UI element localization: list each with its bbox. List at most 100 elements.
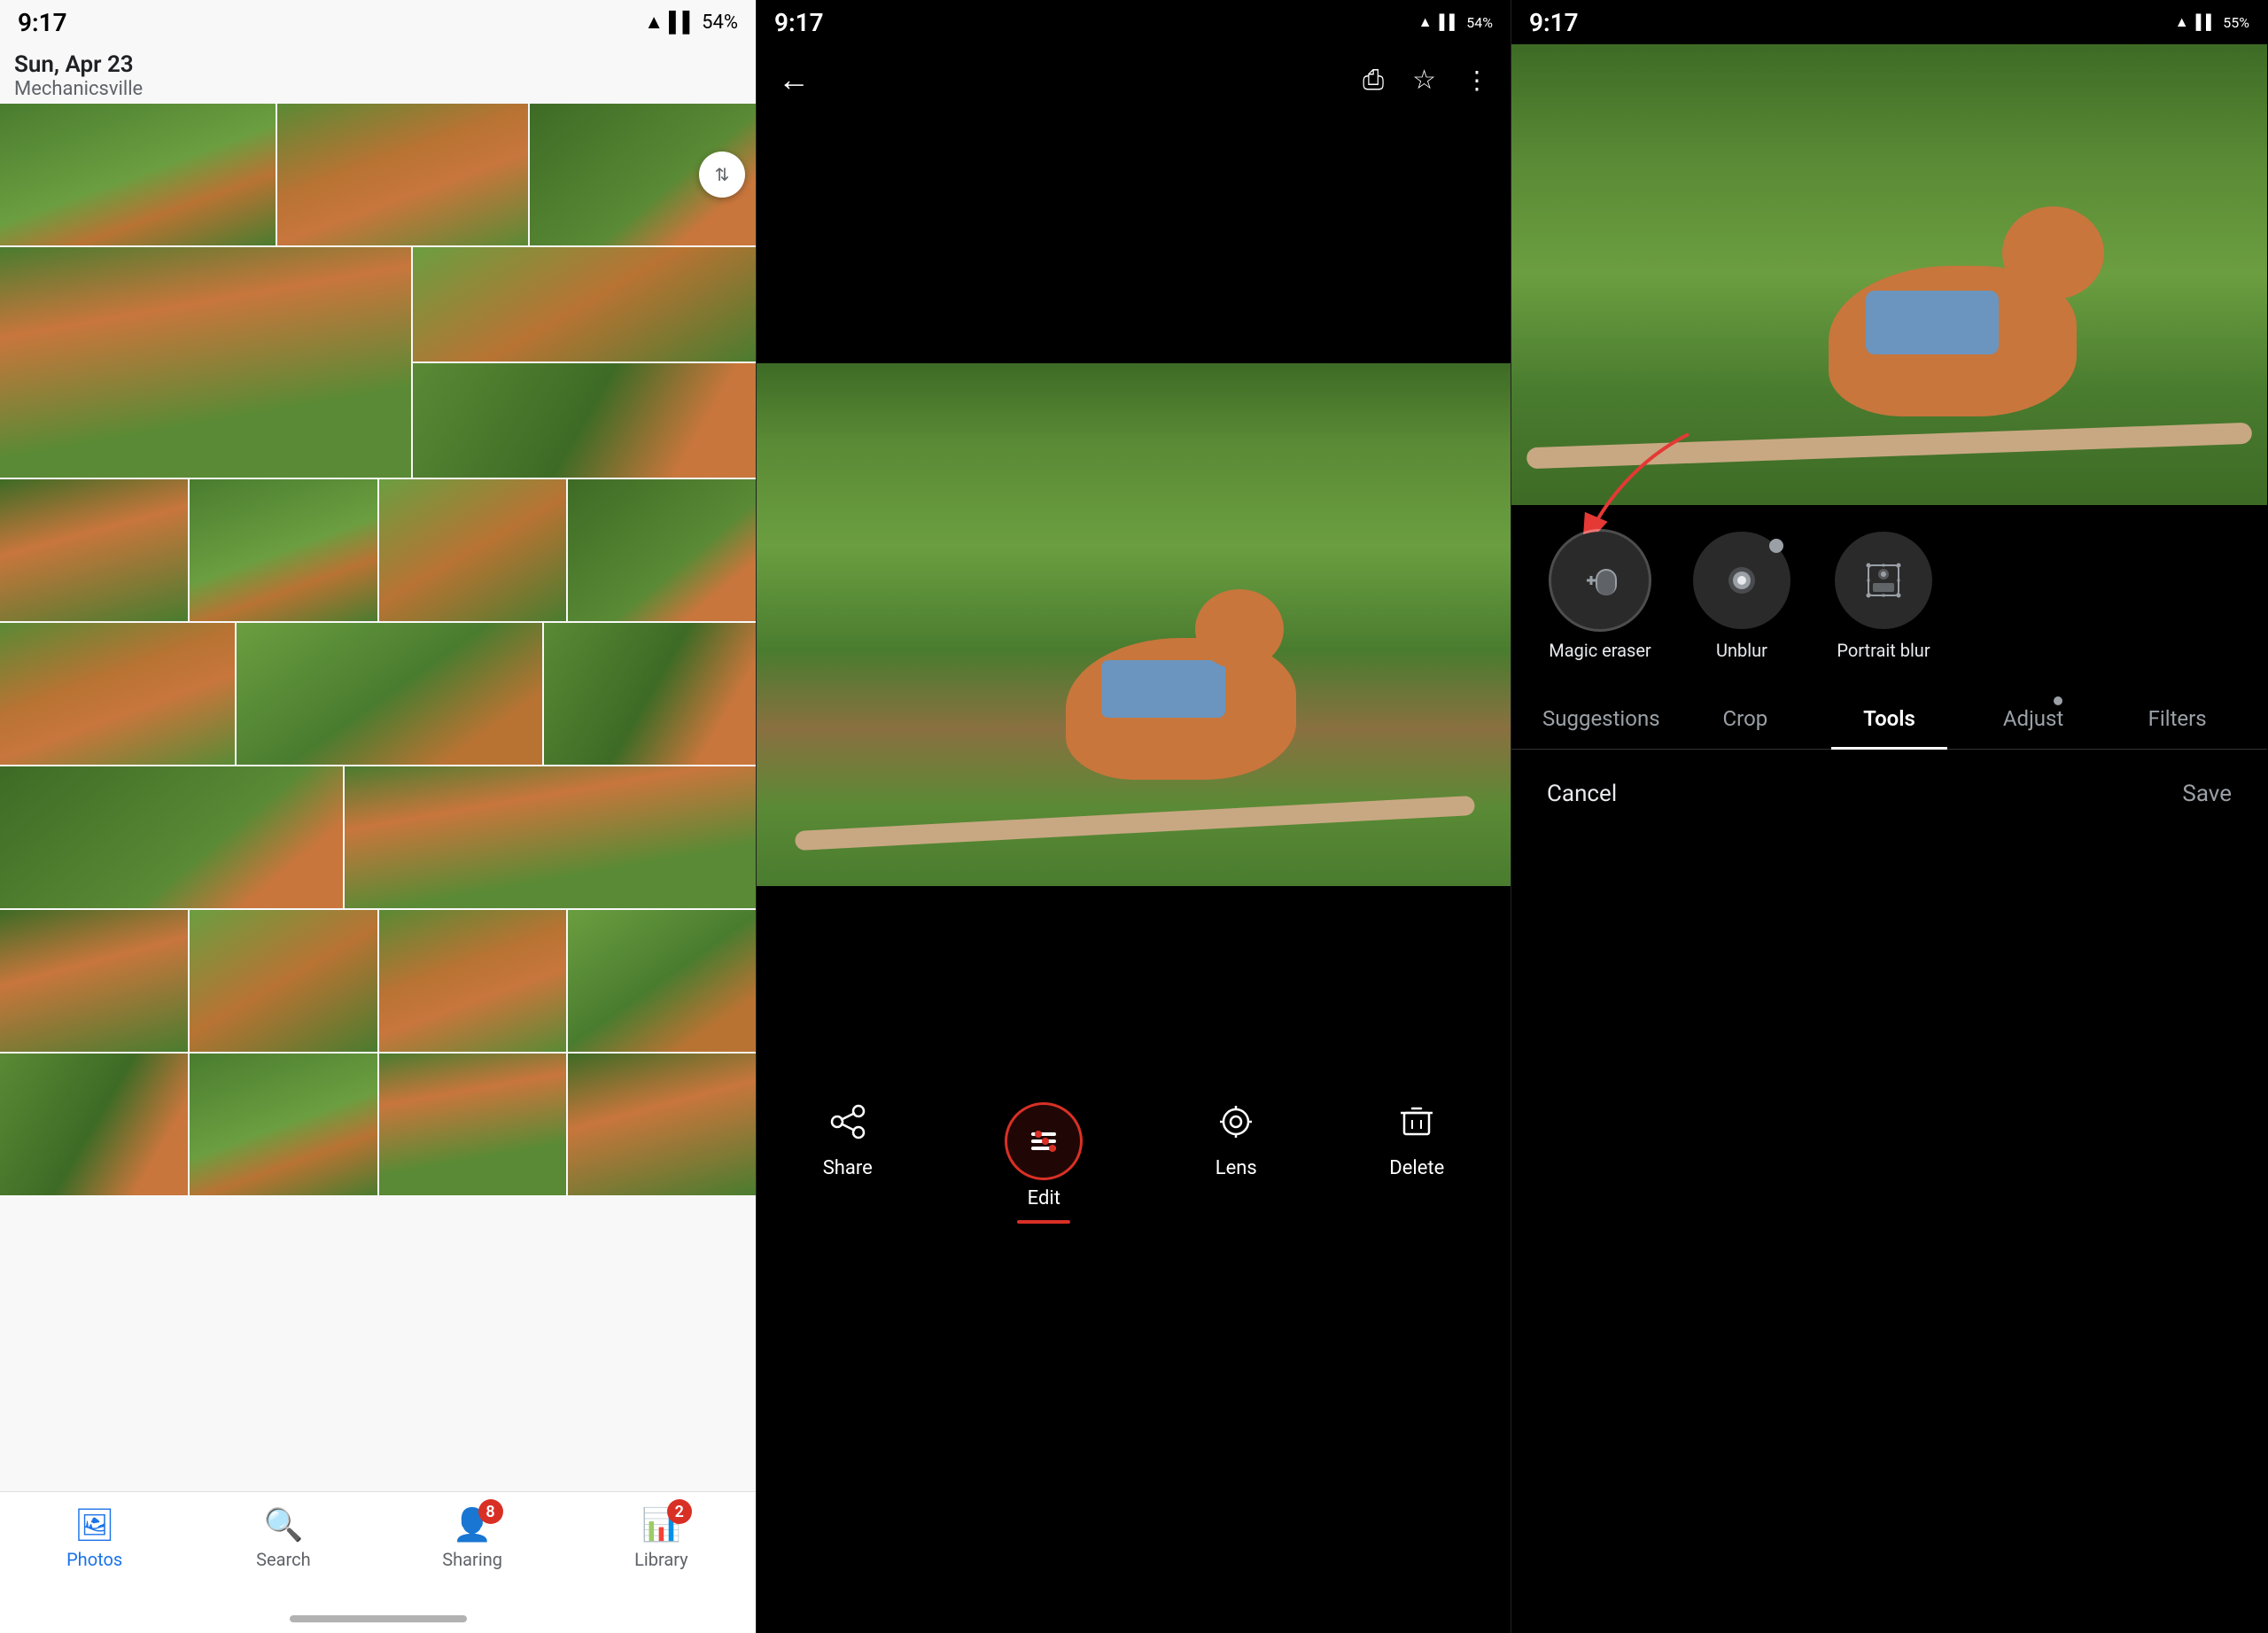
tab-suggestions-label: Suggestions bbox=[1542, 706, 1660, 731]
nav-label-library: Library bbox=[634, 1549, 688, 1570]
edit-tabs: Suggestions Crop Tools Adjust Filters bbox=[1511, 688, 2267, 750]
status-icons-3: ▲ ▌▌ 55% bbox=[2175, 13, 2249, 31]
main-photo[interactable] bbox=[757, 363, 1511, 886]
tab-tools[interactable]: Tools bbox=[1817, 688, 1961, 750]
home-indicator-2 bbox=[1045, 1615, 1223, 1622]
search-nav-icon: 🔍 bbox=[263, 1506, 303, 1544]
tab-adjust-label: Adjust bbox=[2003, 706, 2063, 731]
viewer-bottom-bar: Share Edit bbox=[757, 1081, 1511, 1224]
photos-header: Sun, Apr 23 Mechanicsville bbox=[0, 44, 756, 104]
list-item[interactable] bbox=[277, 104, 528, 245]
sharing-badge: 8 bbox=[478, 1499, 503, 1524]
list-item[interactable] bbox=[568, 1054, 756, 1195]
save-button[interactable]: Save bbox=[2182, 781, 2232, 807]
magic-eraser-icon-circle bbox=[1551, 532, 1649, 629]
list-item[interactable] bbox=[0, 104, 276, 245]
list-item[interactable] bbox=[0, 910, 188, 1052]
tool-dot bbox=[1769, 539, 1783, 553]
edit-photo-area[interactable] bbox=[1511, 44, 2267, 505]
tool-magic-eraser[interactable]: Magic eraser bbox=[1547, 532, 1653, 661]
status-bar-3: 9:17 ▲ ▌▌ 55% bbox=[1511, 0, 2267, 44]
status-bar-2: 9:17 ▲ ▌▌ 54% bbox=[757, 0, 1511, 44]
lens-action[interactable]: Lens bbox=[1216, 1102, 1257, 1179]
status-time-2: 9:17 bbox=[774, 8, 824, 37]
scroll-indicator[interactable]: ⇅ bbox=[699, 152, 745, 198]
unblur-icon-circle bbox=[1693, 532, 1790, 629]
list-item[interactable] bbox=[0, 1054, 188, 1195]
tools-list: Magic eraser Unblur bbox=[1511, 505, 2267, 688]
list-item[interactable] bbox=[190, 910, 377, 1052]
share-icon bbox=[828, 1102, 867, 1150]
list-item[interactable] bbox=[379, 1054, 567, 1195]
tab-crop[interactable]: Crop bbox=[1674, 688, 1818, 750]
list-item[interactable] bbox=[568, 479, 756, 621]
magic-eraser-label: Magic eraser bbox=[1549, 640, 1651, 661]
delete-icon bbox=[1397, 1102, 1436, 1150]
wifi-icon-2: ▲ bbox=[1418, 13, 1433, 31]
signal-icon-2: ▌▌ bbox=[1440, 13, 1460, 31]
list-item[interactable] bbox=[379, 479, 567, 621]
edit-bottom-actions: Cancel Save bbox=[1511, 750, 2267, 838]
cast-icon[interactable]: ⎙ bbox=[1363, 65, 1384, 96]
tool-unblur[interactable]: Unblur bbox=[1689, 532, 1795, 661]
tab-adjust[interactable]: Adjust bbox=[1961, 688, 2106, 750]
list-item[interactable] bbox=[568, 910, 756, 1052]
list-item[interactable] bbox=[413, 363, 756, 478]
status-icons-2: ▲ ▌▌ 54% bbox=[1418, 13, 1493, 31]
nav-item-sharing[interactable]: 👤 8 Sharing bbox=[378, 1506, 567, 1570]
photo-viewer-panel: 9:17 ▲ ▌▌ 54% ← ⎙ ☆ ⋮ bbox=[756, 0, 1511, 1633]
delete-action[interactable]: Delete bbox=[1389, 1102, 1444, 1179]
list-item[interactable] bbox=[190, 479, 377, 621]
photos-grid: ⇅ bbox=[0, 104, 756, 1551]
star-icon[interactable]: ☆ bbox=[1412, 65, 1436, 96]
adjust-tab-dot bbox=[2054, 696, 2062, 705]
back-button[interactable]: ← bbox=[778, 61, 810, 98]
home-indicator-3 bbox=[1801, 1615, 1978, 1622]
edit-tools-panel: 9:17 ▲ ▌▌ 55% bbox=[1511, 0, 2267, 1633]
list-item[interactable] bbox=[544, 623, 756, 765]
status-time-3: 9:17 bbox=[1529, 8, 1579, 37]
status-bar-1: 9:17 ▲ ▌▌ 54% bbox=[0, 0, 756, 44]
list-item[interactable] bbox=[345, 766, 756, 908]
photos-date: Sun, Apr 23 bbox=[14, 51, 742, 78]
viewer-header: ← ⎙ ☆ ⋮ bbox=[757, 44, 1511, 115]
wifi-icon-1: ▲ bbox=[644, 11, 664, 34]
list-item[interactable] bbox=[0, 623, 235, 765]
more-options-icon[interactable]: ⋮ bbox=[1464, 66, 1489, 95]
signal-icon-3: ▌▌ bbox=[2196, 13, 2217, 31]
tool-portrait-blur[interactable]: Portrait blur bbox=[1830, 532, 1937, 661]
tab-suggestions[interactable]: Suggestions bbox=[1529, 688, 1674, 750]
viewer-header-actions: ⎙ ☆ ⋮ bbox=[1363, 65, 1489, 96]
tools-tab-indicator bbox=[1831, 747, 1946, 750]
tab-crop-label: Crop bbox=[1723, 706, 1768, 731]
tools-section: Magic eraser Unblur bbox=[1511, 505, 2267, 688]
nav-item-library[interactable]: 📊 2 Library bbox=[567, 1506, 756, 1570]
list-item[interactable] bbox=[237, 623, 542, 765]
list-item[interactable] bbox=[0, 766, 343, 908]
status-icons-1: ▲ ▌▌ 54% bbox=[644, 11, 738, 34]
share-action[interactable]: Share bbox=[823, 1102, 873, 1179]
tab-tools-label: Tools bbox=[1863, 706, 1915, 731]
edit-circle bbox=[1005, 1102, 1083, 1180]
lens-icon bbox=[1216, 1102, 1255, 1150]
list-item[interactable] bbox=[379, 910, 567, 1052]
list-item[interactable] bbox=[0, 479, 188, 621]
nav-item-search[interactable]: 🔍 Search bbox=[189, 1506, 377, 1570]
status-time-1: 9:17 bbox=[18, 8, 67, 37]
bottom-navigation: 🖼 Photos 🔍 Search 👤 8 Sharing 📊 2 Librar… bbox=[0, 1491, 756, 1633]
edit-action[interactable]: Edit bbox=[1005, 1102, 1083, 1224]
cancel-button[interactable]: Cancel bbox=[1547, 781, 1617, 807]
list-item[interactable] bbox=[0, 247, 411, 478]
wifi-icon-3: ▲ bbox=[2175, 13, 2189, 31]
tab-filters[interactable]: Filters bbox=[2105, 688, 2249, 750]
tab-filters-label: Filters bbox=[2148, 706, 2207, 731]
library-badge: 2 bbox=[667, 1499, 692, 1524]
unblur-label: Unblur bbox=[1716, 640, 1767, 661]
battery-icon-3: 55% bbox=[2223, 14, 2249, 31]
home-indicator-1 bbox=[290, 1615, 467, 1622]
photos-location: Mechanicsville bbox=[14, 78, 742, 100]
list-item[interactable] bbox=[190, 1054, 377, 1195]
list-item[interactable] bbox=[413, 247, 756, 362]
nav-item-photos[interactable]: 🖼 Photos bbox=[0, 1506, 189, 1570]
viewer-bottom-black bbox=[757, 886, 1511, 1081]
